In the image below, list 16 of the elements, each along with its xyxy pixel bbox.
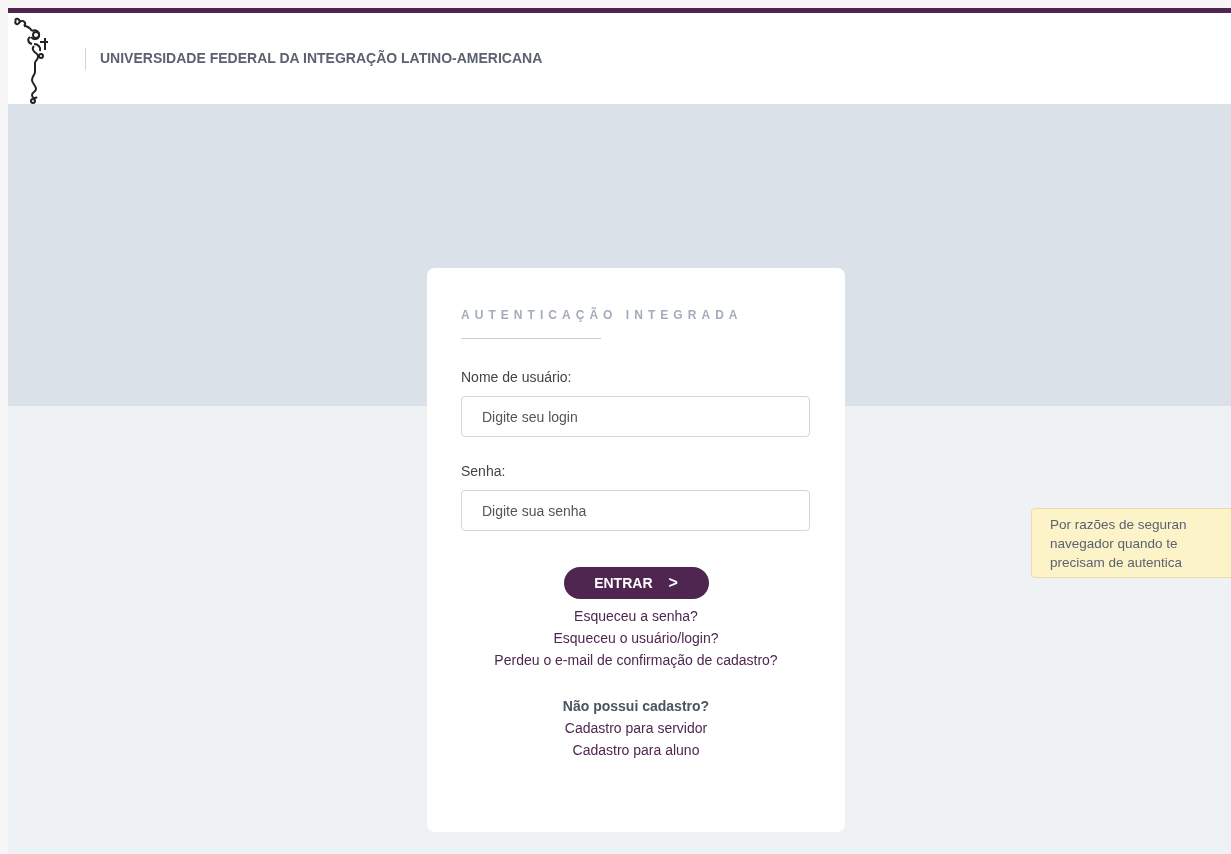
university-name: UNIVERSIDADE FEDERAL DA INTEGRAÇÃO LATINO-AMERICANA — [100, 49, 543, 68]
submit-button[interactable]: ENTRAR > — [563, 567, 709, 599]
register-link[interactable]: Cadastro para servidor — [564, 717, 708, 739]
input-field[interactable]: Digite sua senha — [461, 490, 810, 531]
login-heading: AUTENTICAÇÃO INTEGRADA — [461, 306, 744, 324]
notice-text: navegador quando te — [1050, 534, 1179, 553]
help-link[interactable]: Esqueceu a senha? — [574, 605, 698, 627]
input-field[interactable]: Digite seu login — [461, 396, 810, 437]
register-link[interactable]: Cadastro para aluno — [572, 739, 700, 761]
help-link[interactable]: Esqueceu o usuário/login? — [553, 627, 719, 649]
field-label: Senha: — [461, 462, 507, 481]
help-link[interactable]: Perdeu o e-mail de confirmação de cadastro? — [494, 649, 778, 671]
register-prompt: Não possui cadastro? — [562, 697, 710, 716]
field-label: Nome de usuário: — [461, 368, 573, 387]
notice-text: precisam de autentica — [1050, 553, 1184, 572]
notice-text: Por razões de seguran — [1050, 515, 1188, 534]
